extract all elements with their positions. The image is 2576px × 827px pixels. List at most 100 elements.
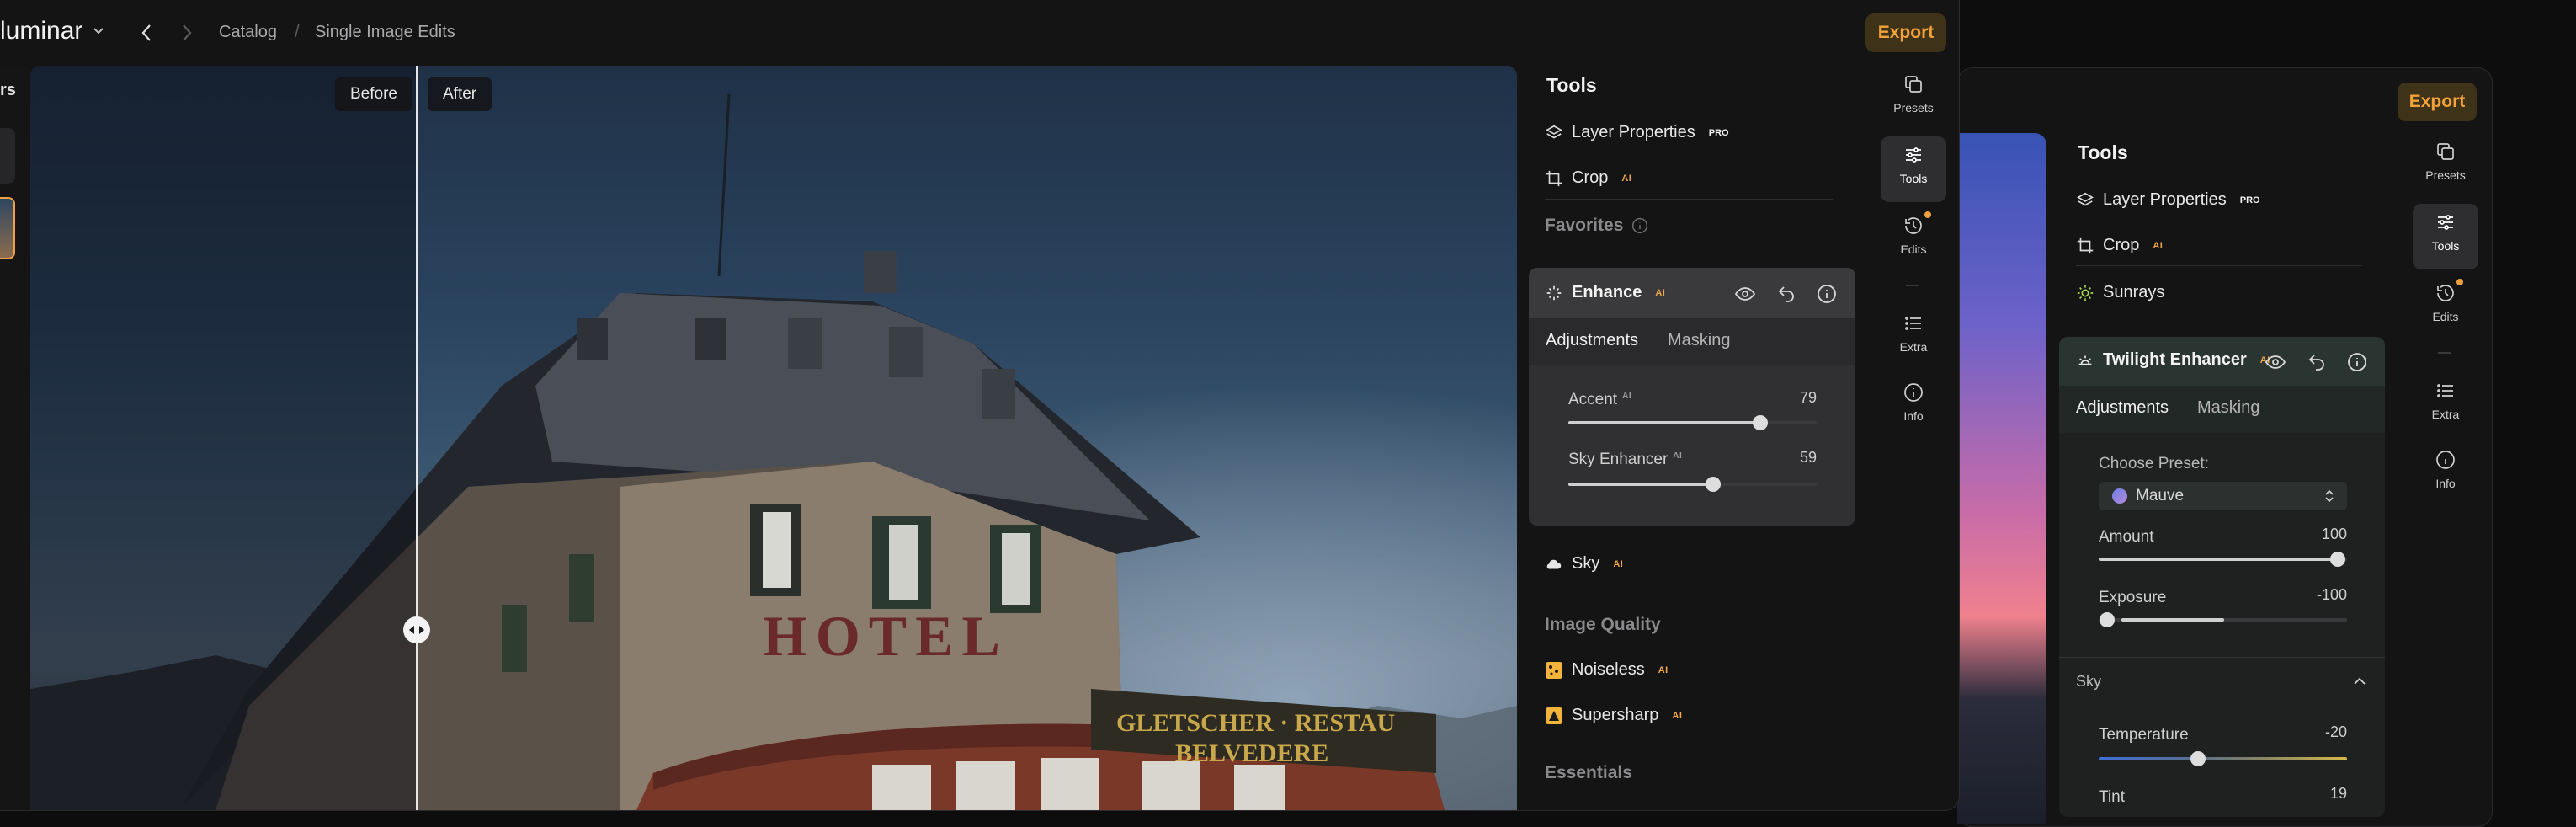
- mauve-swatch: [2112, 488, 2127, 504]
- ai-badge: AI: [2153, 240, 2164, 251]
- twilight-icon: [2078, 355, 2092, 365]
- crop-icon: [1546, 170, 1562, 186]
- preset-value: Mauve: [2136, 487, 2185, 504]
- eye-icon[interactable]: [2265, 352, 2286, 372]
- undo-icon[interactable]: [1776, 284, 1796, 304]
- rail-label: Presets: [2425, 168, 2466, 182]
- cloud-icon: [1546, 559, 1562, 569]
- sky-enhancer-knob[interactable]: [1706, 477, 1721, 492]
- sky-enhancer-fill: [1568, 483, 1711, 486]
- rail-edits[interactable]: Edits: [1881, 216, 1946, 256]
- secondary-rail-tools[interactable]: Tools: [2413, 204, 2478, 269]
- layer-properties-tool[interactable]: Layer Properties PRO: [1545, 123, 1729, 142]
- breadcrumb-current[interactable]: Single Image Edits: [315, 23, 455, 42]
- supersharp-tool[interactable]: Supersharp AI: [1545, 706, 1682, 725]
- rail-label: Tools: [1899, 172, 1928, 185]
- undo-icon[interactable]: [2307, 352, 2327, 372]
- ai-badge: AI: [1672, 710, 1683, 721]
- amount-knob[interactable]: [2330, 552, 2345, 567]
- accent-value: 79: [1799, 389, 1817, 406]
- crop-label: Crop: [2103, 236, 2140, 254]
- divider: [2438, 352, 2451, 354]
- secondary-export-button[interactable]: Export: [2398, 83, 2477, 121]
- chevron-up-icon: [2354, 677, 2366, 685]
- sparkle-icon: [1546, 285, 1562, 300]
- filmstrip-thumbnail-selected[interactable]: [0, 197, 15, 259]
- before-overlay: [30, 66, 416, 810]
- accent-knob[interactable]: [1753, 415, 1768, 430]
- list-icon: [2437, 384, 2453, 397]
- edits-badge: [2456, 279, 2463, 285]
- exposure-fill: [2121, 618, 2224, 622]
- tab-adjustments[interactable]: Adjustments: [1546, 331, 1638, 350]
- secondary-rail-info[interactable]: Info: [2413, 450, 2478, 490]
- temperature-knob[interactable]: [2190, 751, 2206, 766]
- before-label: Before: [335, 77, 412, 111]
- exposure-value: -100: [2316, 586, 2347, 603]
- crop-icon: [2077, 237, 2094, 253]
- sky-enhancer-value: 59: [1799, 449, 1817, 466]
- rail-tools[interactable]: Tools: [1881, 136, 1946, 202]
- secondary-photo-preview: [1957, 133, 2046, 824]
- compare-handle[interactable]: [403, 616, 430, 643]
- rail-label: Extra: [1899, 340, 1928, 354]
- drag-arrows-icon: [409, 626, 424, 634]
- sunrays-tool[interactable]: Sunrays: [2076, 283, 2164, 302]
- compare-divider[interactable]: [416, 66, 418, 810]
- divider: [2059, 657, 2385, 658]
- forward-icon[interactable]: [180, 23, 194, 43]
- secondary-crop-tool[interactable]: Crop AI: [2076, 236, 2163, 255]
- rail-label: Presets: [1893, 101, 1934, 115]
- tab-adjustments[interactable]: Adjustments: [2076, 398, 2169, 418]
- rail-info[interactable]: Info: [1881, 382, 1946, 423]
- secondary-rail-extra[interactable]: Extra: [2413, 381, 2478, 421]
- rail-label: Tools: [2431, 239, 2460, 253]
- noiseless-icon: [1546, 661, 1562, 679]
- tint-label: Tint: [2099, 788, 2125, 806]
- favorites-header[interactable]: Favorites: [1545, 216, 1648, 236]
- enhance-title-text: Enhance: [1572, 283, 1642, 301]
- secondary-rail-presets[interactable]: Presets: [2413, 141, 2478, 182]
- brand-name: luminar: [0, 17, 83, 45]
- sky-tool[interactable]: Sky AI: [1545, 554, 1623, 574]
- sky-enhancer-label-text: Sky Enhancer: [1568, 451, 1669, 468]
- exposure-knob[interactable]: [2100, 612, 2115, 627]
- sign-line1: GLETSCHER · RESTAU: [1116, 709, 1395, 737]
- eye-icon[interactable]: [1734, 284, 1756, 304]
- info-icon[interactable]: [1631, 217, 1648, 234]
- crop-tool[interactable]: Crop AI: [1545, 168, 1631, 188]
- app-brand[interactable]: luminar: [0, 17, 104, 45]
- history-icon: [1905, 217, 1922, 234]
- sliders-icon: [2438, 215, 2453, 230]
- noiseless-tool[interactable]: Noiseless AI: [1545, 660, 1669, 680]
- ai-badge: AI: [1673, 451, 1683, 461]
- tab-masking[interactable]: Masking: [1668, 331, 1730, 350]
- info-icon[interactable]: [1817, 284, 1837, 304]
- layers-icon: [1546, 125, 1562, 138]
- secondary-rail-edits[interactable]: Edits: [2413, 283, 2478, 323]
- supersharp-icon: [1546, 707, 1562, 724]
- rail-presets[interactable]: Presets: [1881, 74, 1946, 115]
- rail-label: Edits: [1900, 243, 1927, 256]
- breadcrumb-catalog[interactable]: Catalog: [219, 23, 277, 42]
- layer-properties-label: Layer Properties: [2103, 190, 2227, 209]
- preset-select[interactable]: Mauve: [2099, 482, 2347, 510]
- export-button[interactable]: Export: [1865, 13, 1946, 52]
- secondary-tools-title: Tools: [2078, 141, 2128, 163]
- filmstrip-item[interactable]: [0, 128, 15, 184]
- rail-extra[interactable]: Extra: [1881, 313, 1946, 354]
- filmstrip-label: rs: [0, 81, 16, 99]
- list-icon: [1905, 317, 1921, 330]
- sky-label: Sky: [1572, 554, 1600, 573]
- tab-masking[interactable]: Masking: [2197, 398, 2259, 418]
- secondary-layer-properties[interactable]: Layer Properties PRO: [2076, 190, 2260, 210]
- sky-section-header[interactable]: Sky: [2059, 662, 2385, 701]
- rail-label: Info: [2435, 477, 2456, 490]
- info-icon[interactable]: [2347, 352, 2367, 372]
- back-icon[interactable]: [140, 23, 153, 43]
- ai-badge: AI: [1658, 664, 1669, 675]
- presets-icon: [1905, 76, 1922, 93]
- info-icon: [1904, 383, 1923, 402]
- photo-canvas[interactable]: HOTEL GLETSCHER · RESTAU BELVEDERE Befor…: [30, 66, 1517, 810]
- tint-value: 19: [2329, 785, 2347, 802]
